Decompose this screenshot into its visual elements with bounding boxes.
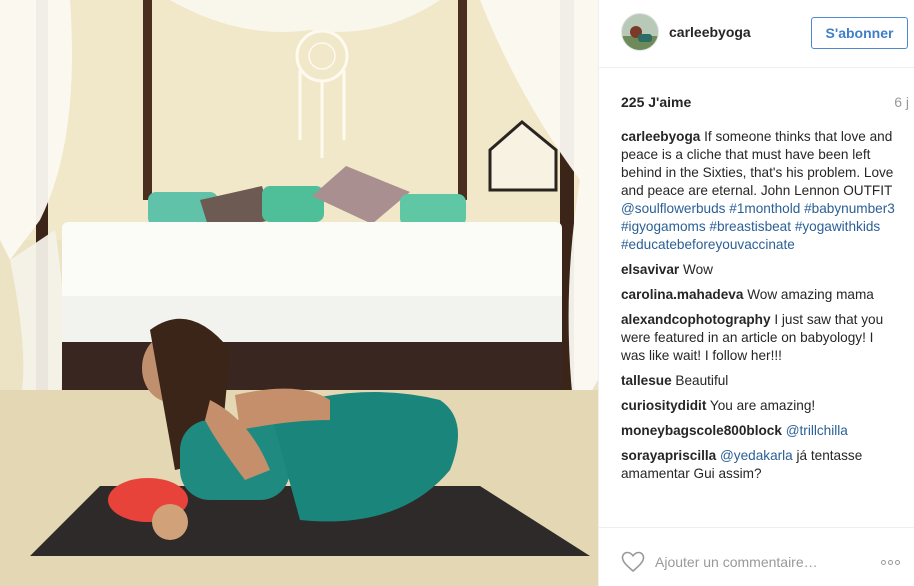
- comment-author[interactable]: alexandcophotography: [621, 312, 771, 327]
- comment-item: tallesue Beautiful: [621, 372, 901, 390]
- more-options-icon[interactable]: [881, 553, 907, 567]
- avatar[interactable]: [621, 13, 659, 51]
- post-header: carleebyoga S'abonner: [599, 0, 914, 68]
- caption-tag[interactable]: #babynumber3: [804, 201, 895, 216]
- dot-icon: [888, 560, 893, 565]
- caption-tag[interactable]: #1monthold: [729, 201, 800, 216]
- comment-item: elsavivar Wow: [621, 261, 901, 279]
- comment-mention[interactable]: @trillchilla: [786, 423, 848, 438]
- caption-tag[interactable]: #igyogamoms: [621, 219, 706, 234]
- caption-tag[interactable]: #yogawithkids: [795, 219, 880, 234]
- comment-author[interactable]: carolina.mahadeva: [621, 287, 743, 302]
- comment-item: moneybagscole800block @trillchilla: [621, 422, 901, 440]
- dot-icon: [881, 560, 886, 565]
- username[interactable]: carleebyoga: [669, 24, 751, 40]
- caption-tag[interactable]: @soulflowerbuds: [621, 201, 725, 216]
- comment-author[interactable]: elsavivar: [621, 262, 679, 277]
- comment-text: You are amazing!: [709, 398, 816, 413]
- comment-text: Beautiful: [675, 373, 729, 388]
- likes-row: 225 J'aime 6 j: [621, 94, 909, 112]
- post-sidebar: carleebyoga S'abonner 225 J'aime 6 j car…: [598, 0, 914, 586]
- dot-icon: [895, 560, 900, 565]
- comment-input[interactable]: [655, 551, 845, 573]
- likes-count[interactable]: 225 J'aime: [621, 94, 691, 110]
- post-viewer: carleebyoga S'abonner 225 J'aime 6 j car…: [0, 0, 914, 586]
- heart-outline-icon[interactable]: [621, 551, 645, 573]
- caption-tag[interactable]: #breastisbeat: [709, 219, 791, 234]
- post-photo[interactable]: [0, 0, 598, 586]
- comment-item: alexandcophotography I just saw that you…: [621, 311, 901, 365]
- avatar-image: [622, 14, 658, 50]
- comment-author[interactable]: sorayapriscilla: [621, 448, 716, 463]
- caption-author[interactable]: carleebyoga: [621, 129, 700, 144]
- comment-author[interactable]: tallesue: [621, 373, 672, 388]
- comment-author[interactable]: curiositydidit: [621, 398, 706, 413]
- comment-item: sorayapriscilla @yedakarla já tentasse a…: [621, 447, 901, 483]
- caption-tag[interactable]: #educatebeforeyouvaccinate: [621, 237, 795, 252]
- comment-item: curiositydidit You are amazing!: [621, 397, 901, 415]
- caption: carleebyoga If someone thinks that love …: [621, 128, 901, 254]
- comment-author[interactable]: moneybagscole800block: [621, 423, 782, 438]
- post-age[interactable]: 6 j: [894, 94, 909, 110]
- comment-text: Wow amazing mama: [747, 287, 874, 302]
- comment-text: Wow: [683, 262, 713, 277]
- comment-item: carolina.mahadeva Wow amazing mama: [621, 286, 901, 304]
- comments-list[interactable]: carleebyoga If someone thinks that love …: [621, 128, 901, 526]
- photo-illustration: [0, 0, 598, 586]
- comment-mention[interactable]: @yedakarla: [720, 448, 793, 463]
- follow-button[interactable]: S'abonner: [811, 17, 908, 49]
- comment-bar: [599, 527, 914, 586]
